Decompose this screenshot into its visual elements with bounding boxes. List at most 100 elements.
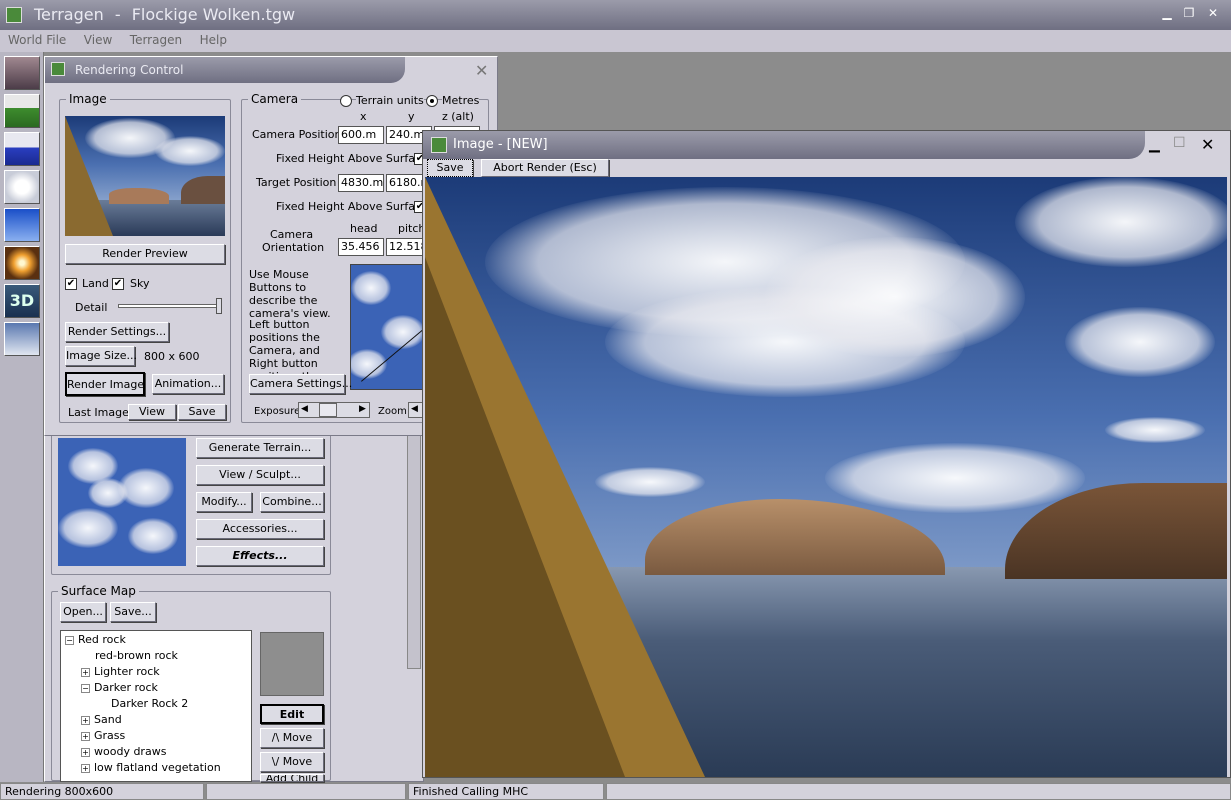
restore-icon[interactable]: ❐ <box>1182 6 1196 20</box>
main-panel: Generate Terrain... View / Sculpt... Mod… <box>44 420 424 782</box>
camera-x-input[interactable]: 600.m <box>338 126 384 144</box>
collapse-icon[interactable]: − <box>65 635 74 645</box>
image-window: Image - [NEW] ▁ ☐ ✕ Save Abort Render (E… <box>422 130 1231 778</box>
edit-button[interactable]: Edit <box>260 704 324 724</box>
tree-item-label: red-brown rock <box>95 649 178 662</box>
app-icon <box>6 7 22 23</box>
rendering-control-close-icon[interactable]: ✕ <box>475 61 488 80</box>
tree-item[interactable]: + Lighter rock <box>81 665 160 678</box>
camera-orientation-label-1: Camera <box>270 228 314 241</box>
exposure-thumb[interactable] <box>319 403 337 417</box>
app-document-name: Flockige Wolken.tgw <box>131 5 296 24</box>
menu-terragen[interactable]: Terragen <box>130 33 182 47</box>
sky-checkbox[interactable]: ✔ <box>112 278 124 290</box>
status-left: Rendering 800x600 <box>0 783 204 800</box>
terrain-units-radio[interactable] <box>340 95 352 107</box>
landscape-icon[interactable] <box>4 94 40 128</box>
sky-icon[interactable] <box>4 208 40 242</box>
menu-world-file[interactable]: World File <box>8 33 66 47</box>
move-down-button[interactable]: \/ Move <box>260 752 324 772</box>
sun-icon[interactable] <box>4 246 40 280</box>
move-up-button[interactable]: /\ Move <box>260 728 324 748</box>
surface-save-button[interactable]: Save... <box>110 602 156 622</box>
3d-icon[interactable]: 3D <box>4 284 40 318</box>
image-size-value: 800 x 600 <box>144 350 200 363</box>
render-icon[interactable] <box>4 56 40 90</box>
image-window-close-icon[interactable]: ✕ <box>1201 135 1214 154</box>
expand-icon[interactable]: + <box>81 763 90 773</box>
app-title-separator: - <box>114 5 121 24</box>
zoom-left-arrow-icon[interactable]: ◀ <box>411 404 418 414</box>
image-window-title-bar[interactable]: Image - [NEW] <box>423 131 1145 159</box>
collapse-icon[interactable]: − <box>81 683 90 693</box>
view-sculpt-button[interactable]: View / Sculpt... <box>196 465 324 485</box>
tree-item-label: low flatland vegetation <box>94 761 221 774</box>
generate-terrain-button[interactable]: Generate Terrain... <box>196 438 324 458</box>
animation-button[interactable]: Animation... <box>152 374 224 394</box>
expand-icon[interactable]: + <box>81 747 90 757</box>
tree-item-label: woody draws <box>94 745 167 758</box>
abort-render-button[interactable]: Abort Render (Esc) <box>481 159 609 177</box>
image-window-minimize-icon[interactable]: ▁ <box>1149 137 1160 153</box>
sky-label: Sky <box>130 277 150 290</box>
detail-slider-thumb[interactable] <box>216 298 222 314</box>
tree-item[interactable]: + woody draws <box>81 745 166 758</box>
image-save-button[interactable]: Save <box>427 159 473 177</box>
metres-radio[interactable] <box>426 95 438 107</box>
render-image-button[interactable]: Render Image <box>65 372 145 396</box>
view-last-image-button[interactable]: View <box>128 404 176 420</box>
target-position-label: Target Position <box>256 176 337 189</box>
expand-icon[interactable]: + <box>81 731 90 741</box>
add-child-button[interactable]: Add Child <box>260 774 324 782</box>
close-icon[interactable]: ✕ <box>1206 6 1220 20</box>
surface-tree[interactable]: − Red rock red-brown rock + Lighter rock −… <box>60 630 252 782</box>
left-cliff-shade <box>425 257 625 777</box>
rendering-control-icon <box>51 62 65 76</box>
water-icon[interactable] <box>4 132 40 166</box>
tree-item[interactable]: Darker Rock 2 <box>111 697 188 710</box>
exposure-left-arrow-icon[interactable]: ◀ <box>301 404 308 414</box>
surface-open-button[interactable]: Open... <box>60 602 106 622</box>
land-checkbox[interactable]: ✔ <box>65 278 77 290</box>
tree-item-label: Darker Rock 2 <box>111 697 189 710</box>
exposure-right-arrow-icon[interactable]: ▶ <box>359 404 366 414</box>
expand-icon[interactable]: + <box>81 715 90 725</box>
minimize-icon[interactable]: ▁ <box>1160 6 1174 20</box>
last-image-label: Last Image: <box>68 406 133 419</box>
exposure-slider[interactable]: ◀ ▶ <box>298 402 370 418</box>
tree-item[interactable]: red-brown rock <box>95 649 178 662</box>
combine-button[interactable]: Combine... <box>260 492 324 512</box>
tree-item[interactable]: − Red rock <box>65 633 126 646</box>
accessories-button[interactable]: Accessories... <box>196 519 324 539</box>
tree-item[interactable]: + Sand <box>81 713 122 726</box>
camera-settings-button[interactable]: Camera Settings... <box>249 374 352 394</box>
tree-item[interactable]: − Darker rock <box>81 681 158 694</box>
image-window-maximize-icon[interactable]: ☐ <box>1173 135 1186 151</box>
detail-slider[interactable] <box>118 304 220 308</box>
image-size-button[interactable]: Image Size... <box>65 346 137 366</box>
terrain-preview <box>58 438 186 566</box>
target-x-input[interactable]: 4830.m <box>338 174 384 192</box>
image-group-title: Image <box>66 92 110 106</box>
head-input[interactable]: 35.456 <box>338 238 384 256</box>
menu-view[interactable]: View <box>84 33 112 47</box>
menu-help[interactable]: Help <box>200 33 227 47</box>
app-title-name: Terragen <box>34 5 104 24</box>
camera-view-map[interactable] <box>350 264 426 390</box>
effects-button[interactable]: Effects... <box>196 546 324 566</box>
tree-item[interactable]: + Grass <box>81 729 125 742</box>
side-scrollbar[interactable] <box>407 421 421 669</box>
tree-item[interactable]: + low flatland vegetation <box>81 761 221 774</box>
menu-bar: World File View Terragen Help <box>0 30 1231 52</box>
rendering-control-title-bar[interactable]: Rendering Control <box>45 57 405 83</box>
tree-item-label: Lighter rock <box>94 665 160 678</box>
zoom-label: Zoom <box>378 406 407 417</box>
surface-map-title: Surface Map <box>58 584 139 598</box>
clouds-icon[interactable] <box>4 170 40 204</box>
save-last-image-button[interactable]: Save <box>178 404 226 420</box>
modify-button[interactable]: Modify... <box>196 492 252 512</box>
render-settings-button[interactable]: Render Settings... <box>65 322 169 342</box>
expand-icon[interactable]: + <box>81 667 90 677</box>
preview-icon[interactable] <box>4 322 40 356</box>
render-preview-button[interactable]: Render Preview <box>65 244 225 264</box>
